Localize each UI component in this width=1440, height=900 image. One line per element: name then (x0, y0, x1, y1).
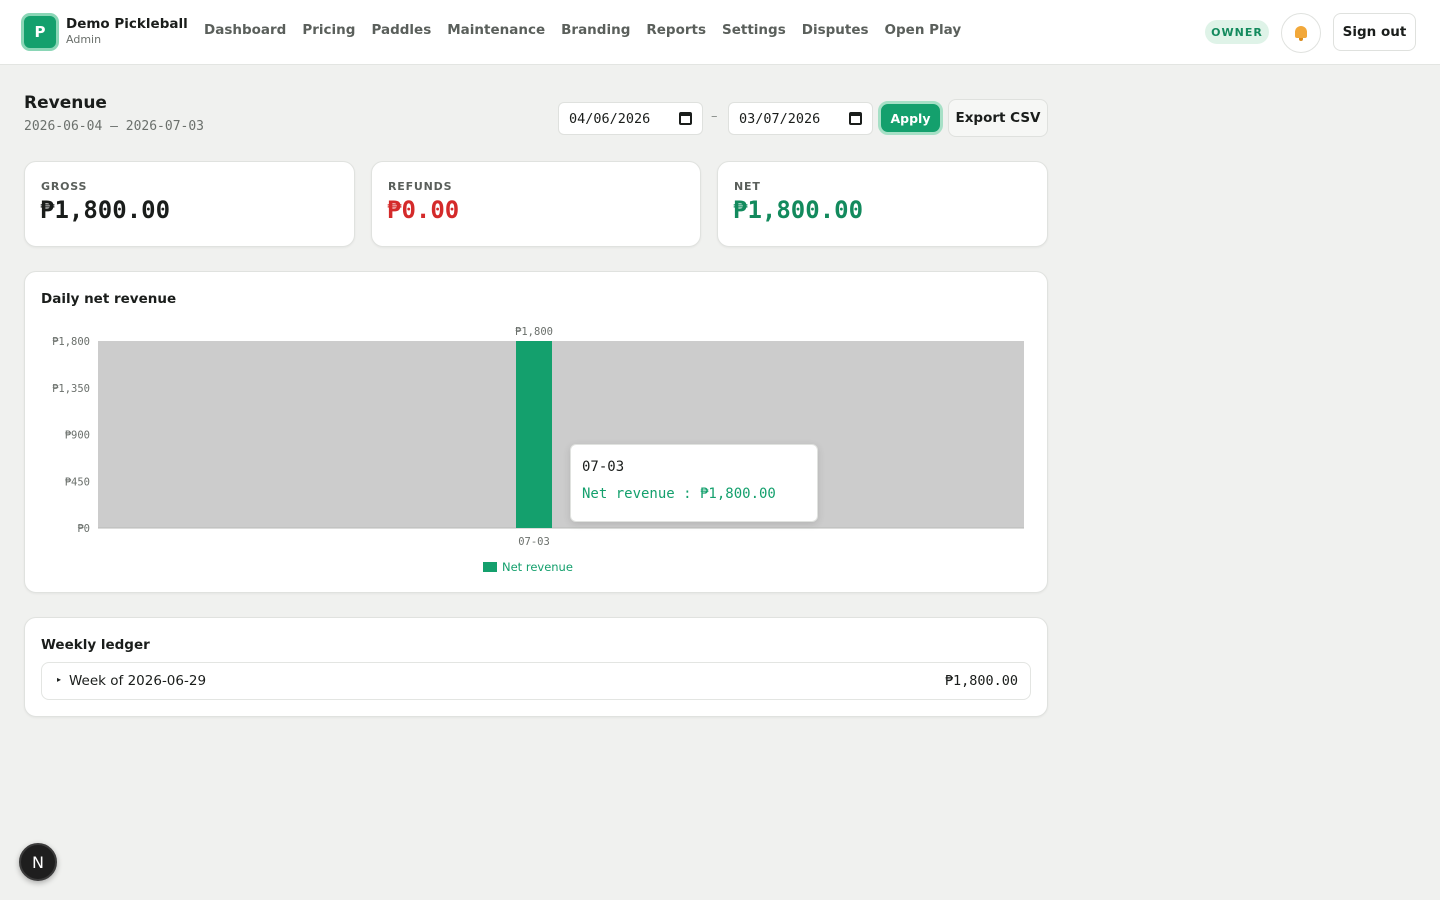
sign-out-button[interactable]: Sign out (1333, 13, 1416, 51)
nav-branding[interactable]: Branding (553, 22, 638, 38)
nav-settings[interactable]: Settings (714, 22, 794, 38)
chart-legend[interactable]: Net revenue (483, 560, 573, 574)
apply-button[interactable]: Apply (878, 101, 943, 135)
top-navigation-bar: P Demo Pickleball Admin Dashboard Pricin… (0, 0, 1440, 65)
y-tick-label: ₱900 (65, 430, 90, 442)
kpi-value: ₱0.00 (387, 196, 460, 224)
x-tick-label: 07-03 (518, 536, 550, 548)
nav-reports[interactable]: Reports (638, 22, 714, 38)
y-tick-label: ₱1,800 (52, 336, 90, 348)
brand-logo[interactable]: P (21, 13, 59, 51)
kpi-card-net: NET ₱1,800.00 (717, 161, 1048, 247)
plot-area (98, 341, 1024, 528)
kpi-value: ₱1,800.00 (733, 196, 864, 224)
calendar-icon[interactable] (679, 112, 692, 125)
chart-tooltip: 07-03 Net revenue : ₱1,800.00 (570, 444, 818, 522)
y-tick-label: ₱1,350 (52, 383, 90, 395)
kpi-label: REFUNDS (388, 180, 453, 193)
y-tick-label: ₱450 (65, 476, 90, 488)
date-from-value: 04/06/2026 (569, 110, 651, 127)
kpi-card-gross: GROSS ₱1,800.00 (24, 161, 355, 247)
nav-dashboard[interactable]: Dashboard (196, 22, 294, 38)
brand-role: Admin (66, 33, 102, 46)
tooltip-label: 07-03 (582, 459, 625, 475)
export-csv-button[interactable]: Export CSV (948, 99, 1048, 137)
ledger-row[interactable]: ▸ Week of 2026-06-29 ₱1,800.00 (41, 662, 1031, 700)
kpi-label: NET (734, 180, 761, 193)
date-range-summary: 2026-06-04 – 2026-07-03 (24, 119, 205, 134)
expand-caret-icon: ▸ (57, 675, 62, 684)
data-label: ₱1,800 (515, 326, 553, 338)
brand-name: Demo Pickleball (66, 16, 188, 32)
y-tick-label: ₱0 (77, 523, 90, 535)
kpi-card-refunds: REFUNDS ₱0.00 (371, 161, 701, 247)
ledger-row-amount: ₱1,800.00 (944, 673, 1018, 689)
legend-swatch (483, 562, 497, 572)
legend-label: Net revenue (502, 560, 573, 574)
date-range-separator: – (711, 109, 718, 124)
bar (516, 341, 552, 528)
tooltip-value: Net revenue : ₱1,800.00 (582, 486, 776, 502)
calendar-icon[interactable] (849, 112, 862, 125)
date-to-value: 03/07/2026 (739, 110, 821, 127)
daily-net-revenue-card: Daily net revenue ₱0 ₱450 ₱900 ₱1,350 ₱1,800… (24, 271, 1048, 593)
bell-icon (1294, 26, 1308, 41)
kpi-value: ₱1,800.00 (40, 196, 171, 224)
nav-pricing[interactable]: Pricing (294, 22, 363, 38)
nav-paddles[interactable]: Paddles (363, 22, 439, 38)
date-to-input[interactable]: 03/07/2026 (728, 102, 873, 135)
nav-disputes[interactable]: Disputes (794, 22, 877, 38)
page-title: Revenue (24, 93, 107, 113)
owner-role-badge: OWNER (1205, 20, 1269, 44)
date-from-input[interactable]: 04/06/2026 (558, 102, 703, 135)
kpi-label: GROSS (41, 180, 88, 193)
revenue-bar-chart: ₱0 ₱450 ₱900 ₱1,350 ₱1,800 ₱1,800 07-03 (52, 326, 1024, 548)
nav-open-play[interactable]: Open Play (877, 22, 970, 38)
ledger-row-label: Week of 2026-06-29 (69, 673, 207, 689)
nav-maintenance[interactable]: Maintenance (439, 22, 553, 38)
weekly-ledger-card: Weekly ledger ▸ Week of 2026-06-29 ₱1,80… (24, 617, 1048, 717)
dev-tools-button[interactable]: N (19, 843, 57, 881)
notifications-button[interactable] (1281, 13, 1321, 53)
ledger-title: Weekly ledger (41, 637, 150, 653)
main-nav: Dashboard Pricing Paddles Maintenance Br… (196, 22, 969, 38)
